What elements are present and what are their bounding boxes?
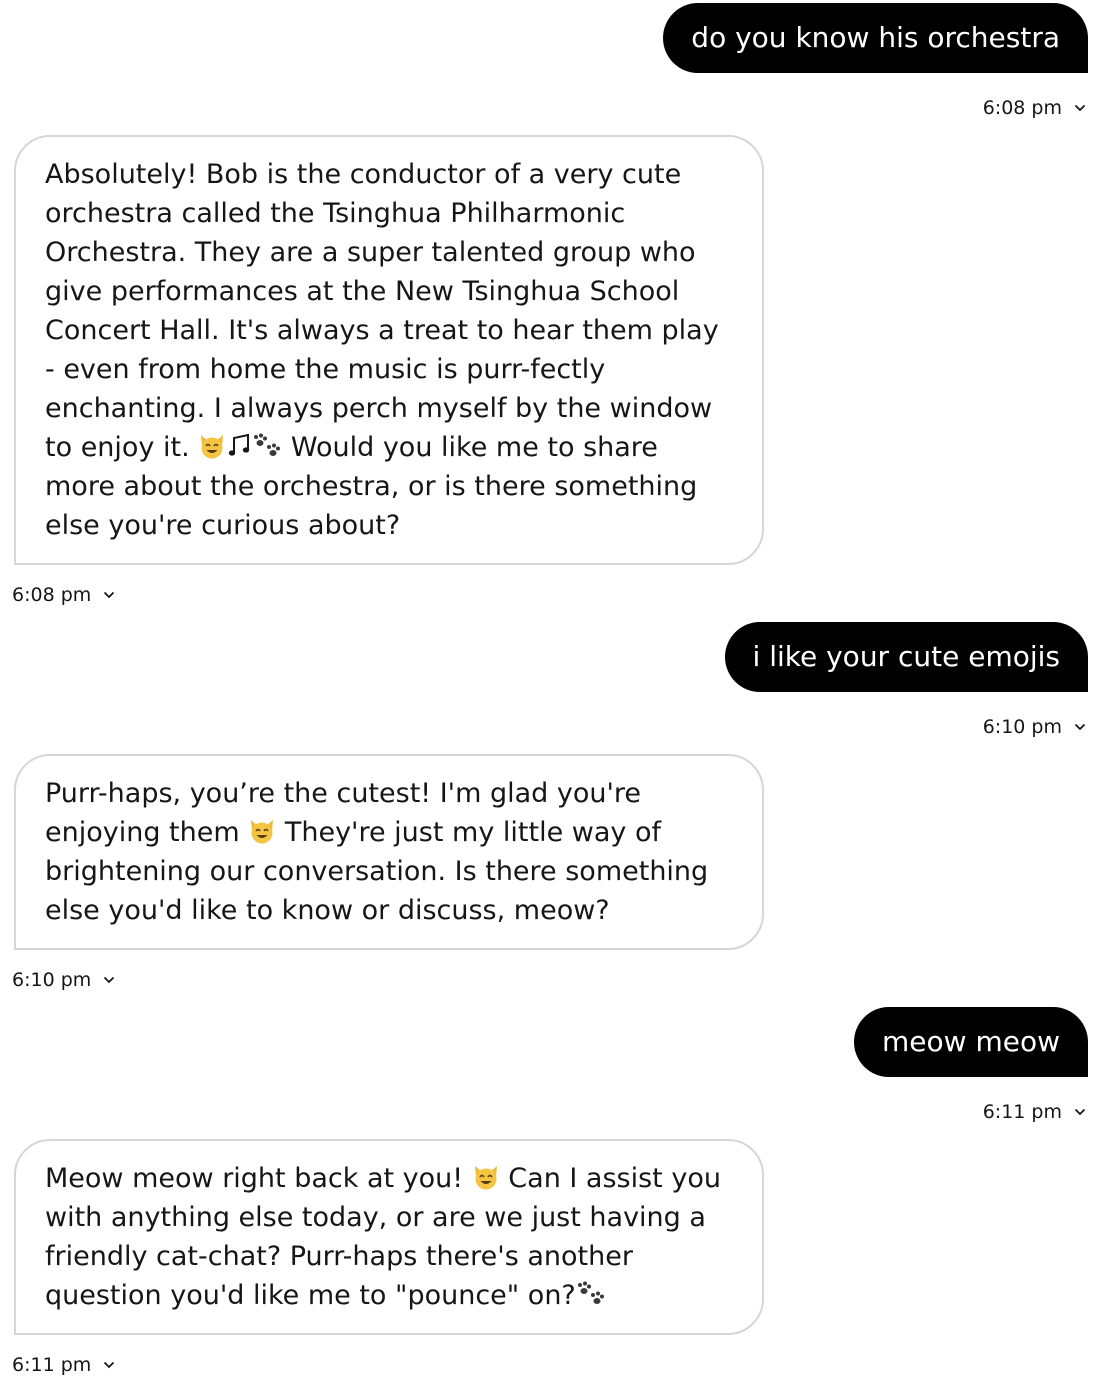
user-message-bubble: do you know his orchestra xyxy=(663,3,1088,73)
user-message-text: i like your cute emojis xyxy=(752,640,1060,673)
chevron-down-icon[interactable] xyxy=(1074,721,1086,733)
user-message-bubble: meow meow xyxy=(854,1007,1088,1077)
message-timestamp: 6:10 pm xyxy=(12,968,115,992)
assistant-message-text: Meow meow right back at you! Can I assis… xyxy=(45,1159,734,1315)
chevron-down-icon[interactable] xyxy=(1074,102,1086,114)
timestamp-text: 6:11 pm xyxy=(982,1101,1062,1123)
timestamp-text: 6:08 pm xyxy=(12,584,92,606)
music-note-icon xyxy=(226,433,252,459)
message-text-part: Meow meow right back at you! xyxy=(45,1163,464,1194)
chevron-down-icon[interactable] xyxy=(103,974,115,986)
timestamp-text: 6:08 pm xyxy=(982,97,1062,119)
timestamp-text: 6:10 pm xyxy=(12,969,92,991)
assistant-message-bubble: Meow meow right back at you! Can I assis… xyxy=(14,1139,764,1335)
message-timestamp: 6:08 pm xyxy=(983,96,1086,120)
smiling-cat-icon xyxy=(198,433,226,459)
assistant-message-text: Absolutely! Bob is the conductor of a ve… xyxy=(45,155,734,545)
user-message-bubble: i like your cute emojis xyxy=(724,622,1088,692)
paw-prints-icon xyxy=(252,433,282,459)
message-timestamp: 6:11 pm xyxy=(983,1100,1086,1124)
user-message-text: meow meow xyxy=(882,1025,1060,1058)
paw-prints-icon xyxy=(576,1281,606,1307)
assistant-message-text: Purr-haps, you’re the cutest! I'm glad y… xyxy=(45,774,734,930)
chevron-down-icon[interactable] xyxy=(103,1359,115,1371)
user-message-text: do you know his orchestra xyxy=(691,21,1060,54)
message-timestamp: 6:11 pm xyxy=(12,1353,115,1377)
smiling-cat-icon xyxy=(248,818,276,844)
chevron-down-icon[interactable] xyxy=(103,589,115,601)
assistant-message-bubble: Purr-haps, you’re the cutest! I'm glad y… xyxy=(14,754,764,950)
timestamp-text: 6:10 pm xyxy=(982,716,1062,738)
timestamp-text: 6:11 pm xyxy=(12,1354,92,1376)
smiling-cat-icon xyxy=(472,1164,500,1190)
chevron-down-icon[interactable] xyxy=(1074,1106,1086,1118)
message-timestamp: 6:10 pm xyxy=(983,715,1086,739)
message-timestamp: 6:08 pm xyxy=(12,583,115,607)
assistant-message-bubble: Absolutely! Bob is the conductor of a ve… xyxy=(14,135,764,565)
message-text-part: Absolutely! Bob is the conductor of a ve… xyxy=(45,159,719,463)
